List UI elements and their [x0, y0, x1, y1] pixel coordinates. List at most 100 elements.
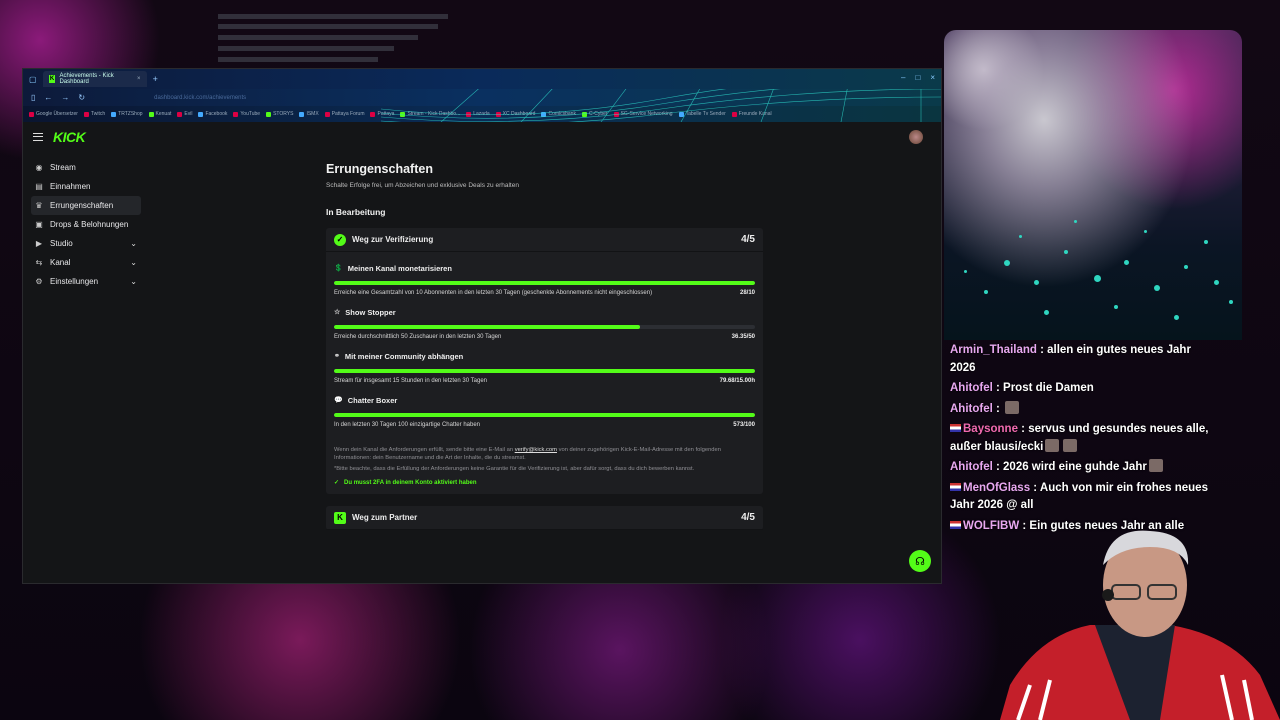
- bookmark-label: XC Dashboard: [502, 111, 536, 117]
- chat-overlay: Armin_Thailand : allen ein gutes neues J…: [950, 342, 1212, 538]
- new-tab-icon[interactable]: +: [153, 74, 158, 84]
- avatar[interactable]: [909, 130, 923, 144]
- bookmark-favicon-icon: [299, 111, 305, 117]
- address-bar[interactable]: dashboard.kick.com/achievements: [154, 95, 246, 101]
- sidebar-item-einnahmen[interactable]: ▤ Einnahmen: [31, 177, 141, 196]
- bookmark-favicon-icon: [111, 111, 117, 117]
- chevron-down-icon: ⌄: [130, 277, 137, 286]
- back-icon[interactable]: ←: [44, 93, 52, 102]
- bookmark-favicon-icon: [581, 111, 587, 117]
- task-footer: Stream für insgesamt 15 Stunden in den l…: [334, 378, 755, 384]
- sidebar-item-kanal[interactable]: ⇆ Kanal ⌄: [31, 253, 141, 272]
- sidebar-icon[interactable]: ▯: [31, 93, 35, 102]
- kick-logo[interactable]: KICK: [53, 129, 86, 145]
- bookmark-label: Google Übersetzer: [36, 111, 78, 117]
- sidebar-item-drops[interactable]: ▣ Drops & Belohnungen: [31, 215, 141, 234]
- progress-bar: [334, 281, 755, 285]
- task-title: ☆ Show Stopper: [334, 305, 755, 319]
- tab-title: Achievements - Kick Dashboard: [59, 73, 114, 85]
- chat-username[interactable]: Ahitofel: [950, 403, 993, 415]
- verify-email-link[interactable]: verify@kick.com: [515, 447, 557, 453]
- bookmark-item[interactable]: ISMX: [299, 111, 319, 117]
- card-header[interactable]: K Weg zum Partner 4/5: [326, 506, 763, 530]
- close-icon[interactable]: ×: [137, 76, 141, 82]
- sidebar-item-label: Einnahmen: [50, 182, 91, 191]
- sidebar-item-einstellungen[interactable]: ⚙ Einstellungen ⌄: [31, 272, 141, 291]
- bookmark-item[interactable]: YouTube: [233, 111, 260, 117]
- bokeh-dot: [964, 270, 967, 273]
- chat-message: MenOfGlass : Auch von mir ein frohes neu…: [950, 480, 1212, 515]
- card-count: 4/5: [741, 234, 755, 245]
- sidebar-item-errungenschaften[interactable]: ♛ Errungenschaften: [31, 196, 141, 215]
- bokeh-dot: [1114, 305, 1118, 309]
- task-list: 💲 Meinen Kanal monetarisieren Erreiche ein…: [326, 261, 763, 428]
- task-title-text: Show Stopper: [345, 307, 396, 317]
- bookmark-item[interactable]: Tabelle Tv Sender: [678, 111, 726, 117]
- bookmark-item[interactable]: C-Cyber: [581, 111, 608, 117]
- sidebar-item-stream[interactable]: ◉ Stream: [31, 158, 141, 177]
- bookmark-item[interactable]: Facebook: [198, 111, 227, 117]
- browser-tab[interactable]: K Achievements - Kick Dashboard ×: [42, 71, 147, 87]
- card-count: 4/5: [741, 512, 755, 523]
- bokeh-background-panel: [944, 30, 1242, 340]
- bookmark-item[interactable]: TRTZShop: [111, 111, 143, 117]
- bookmark-label: Comicsbank: [548, 111, 576, 117]
- bookmarks-bar: Google Übersetzer Twitch TRTZShop Kenuat Evi…: [23, 106, 941, 122]
- menu-icon[interactable]: [33, 133, 43, 141]
- task-footer: Erreiche durchschnittlich 50 Zuschauer i…: [334, 334, 755, 340]
- bookmark-item[interactable]: Stream - Kick Dashbo...: [400, 111, 460, 117]
- card-title: Weg zur Verifizierung: [352, 235, 434, 244]
- bookmark-favicon-icon: [83, 111, 89, 117]
- bokeh-dot: [1064, 250, 1068, 254]
- star-icon: ☆: [334, 309, 341, 316]
- task-title-text: Meinen Kanal monetarisieren: [347, 263, 452, 273]
- bookmark-item[interactable]: STORYS: [266, 111, 293, 117]
- bookmark-item[interactable]: Kenuat: [148, 111, 171, 117]
- minimize-icon[interactable]: –: [901, 73, 905, 82]
- bookmark-item[interactable]: Twitch: [83, 111, 105, 117]
- chat-username[interactable]: Ahitofel: [950, 382, 993, 394]
- bookmark-item[interactable]: SG-Service Networking: [613, 111, 673, 117]
- bokeh-dot: [1004, 260, 1010, 266]
- emote-icon: [1063, 438, 1078, 452]
- bookmark-label: ISMX: [306, 111, 319, 117]
- reload-icon[interactable]: ↻: [78, 93, 85, 102]
- bookmark-item[interactable]: Google Übersetzer: [29, 111, 78, 117]
- channel-icon: ⇆: [35, 257, 43, 267]
- bookmark-item[interactable]: Lazada: [466, 111, 490, 117]
- page-title: Errungenschaften: [326, 162, 433, 176]
- bookmark-item[interactable]: XC Dashboard: [495, 111, 536, 117]
- overlay-stripe: [218, 46, 394, 51]
- close-window-icon[interactable]: ×: [930, 73, 935, 82]
- achievements-content: Errungenschaften Schalte Erfolge frei, u…: [326, 162, 763, 530]
- chat-username[interactable]: Ahitofel: [950, 461, 993, 473]
- achievement-card-partner: K Weg zum Partner 4/5: [326, 506, 763, 530]
- bookmark-item[interactable]: Pattaya: [370, 111, 394, 117]
- bookmark-item[interactable]: Comicsbank: [541, 111, 576, 117]
- bookmark-item[interactable]: Pattaya Forum: [324, 111, 364, 117]
- kick-favicon-icon: K: [48, 75, 56, 83]
- bookmark-favicon-icon: [370, 111, 376, 117]
- chat-username[interactable]: Baysonne: [963, 423, 1018, 435]
- bokeh-dot: [1044, 310, 1049, 315]
- bookmark-item[interactable]: Freunde Kanal: [731, 111, 772, 117]
- sidebar-item-label: Studio: [50, 239, 73, 248]
- chat-username[interactable]: Armin_Thailand: [950, 344, 1037, 356]
- maximize-icon[interactable]: □: [915, 73, 920, 82]
- card-header[interactable]: ✓ Weg zur Verifizierung 4/5: [326, 228, 763, 252]
- help-button[interactable]: ☊: [909, 550, 931, 572]
- bookmark-item[interactable]: Evil: [177, 111, 192, 117]
- sidebar-item-studio[interactable]: ▶ Studio ⌄: [31, 234, 141, 253]
- forward-icon[interactable]: →: [61, 93, 69, 102]
- task-value: 36.35/50: [731, 334, 755, 340]
- flag-icon: [950, 424, 961, 432]
- bokeh-dot: [1094, 275, 1101, 282]
- bookmark-favicon-icon: [148, 111, 154, 117]
- bookmark-label: Evil: [184, 111, 193, 117]
- overlay-stripe: [218, 35, 418, 40]
- chevron-down-icon: ⌄: [130, 239, 137, 248]
- progress-bar: [334, 369, 755, 373]
- sidebar-toggle-icon[interactable]: ▢: [29, 75, 37, 84]
- chat-username[interactable]: MenOfGlass: [963, 482, 1030, 494]
- task-value: 28/10: [739, 290, 755, 296]
